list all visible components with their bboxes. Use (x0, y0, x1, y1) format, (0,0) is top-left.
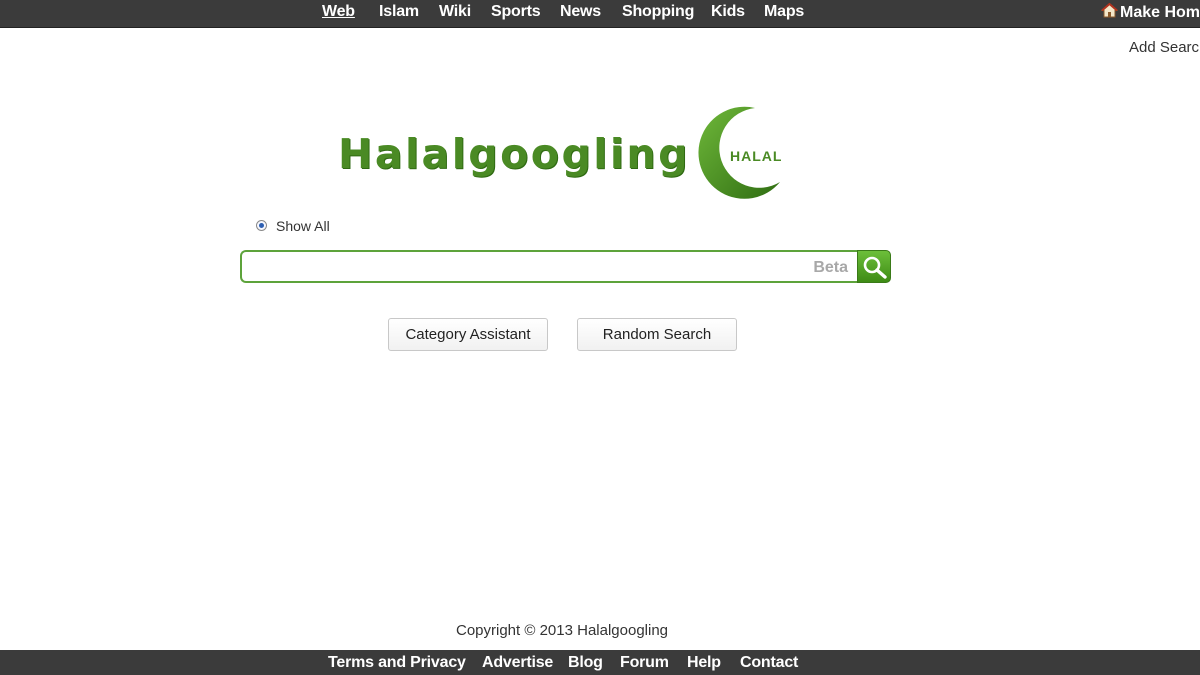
footer-link-help[interactable]: Help (687, 654, 721, 672)
magnifier-icon (863, 256, 887, 279)
logo-halal-label: HALAL (730, 148, 783, 164)
show-all-radio[interactable] (256, 220, 267, 231)
nav-maps[interactable]: Maps (764, 3, 804, 21)
category-assistant-button[interactable]: Category Assistant (388, 318, 548, 351)
logo: Halalgoogling HALAL (338, 104, 798, 204)
footer-nav-bar: Terms and Privacy Advertise Blog Forum H… (0, 650, 1200, 675)
make-home-link[interactable]: Make Home (1100, 2, 1200, 22)
show-all-label: Show All (276, 218, 330, 234)
nav-web[interactable]: Web (322, 3, 355, 21)
nav-shopping[interactable]: Shopping (622, 3, 694, 21)
footer-link-advertise[interactable]: Advertise (482, 654, 553, 672)
page: Web Islam Wiki Sports News Shopping Kids… (0, 0, 1200, 675)
nav-wiki[interactable]: Wiki (439, 3, 471, 21)
house-icon (1100, 2, 1119, 18)
random-search-button[interactable]: Random Search (577, 318, 737, 351)
search-button[interactable] (857, 250, 891, 283)
nav-sports[interactable]: Sports (491, 3, 541, 21)
nav-news[interactable]: News (560, 3, 601, 21)
footer-link-blog[interactable]: Blog (568, 654, 603, 672)
copyright-text: Copyright © 2013 Halalgoogling (455, 622, 669, 639)
beta-badge: Beta (813, 259, 848, 276)
nav-kids[interactable]: Kids (711, 3, 745, 21)
search-input[interactable] (248, 255, 792, 280)
footer-link-contact[interactable]: Contact (740, 654, 798, 672)
nav-islam[interactable]: Islam (379, 3, 419, 21)
footer-link-forum[interactable]: Forum (620, 654, 669, 672)
footer-link-terms[interactable]: Terms and Privacy (328, 654, 466, 672)
logo-text: Halalgoogling (338, 130, 690, 178)
top-nav-bar: Web Islam Wiki Sports News Shopping Kids… (0, 0, 1200, 28)
add-search-link[interactable]: Add Search (1129, 39, 1200, 56)
search-box: Beta (240, 250, 857, 283)
make-home-label: Make Home (1120, 4, 1200, 21)
